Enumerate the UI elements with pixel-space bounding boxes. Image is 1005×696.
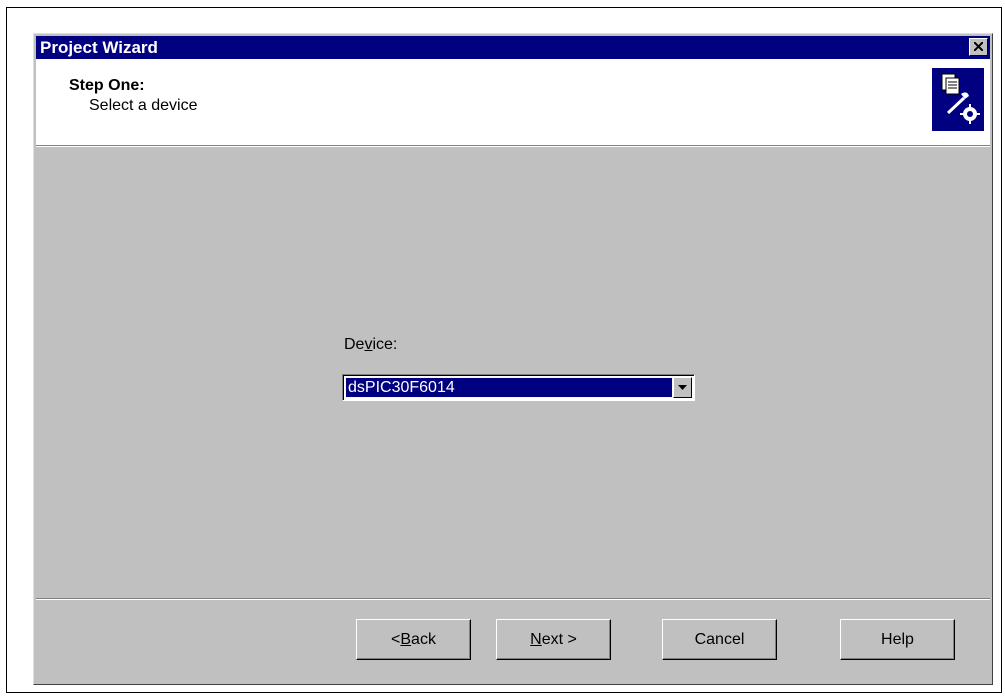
next-button[interactable]: Next > [496, 619, 611, 660]
device-selected-value[interactable]: dsPIC30F6014 [345, 377, 673, 398]
wizard-header: Step One: Select a device [36, 59, 990, 147]
footer-divider [36, 598, 990, 600]
back-button[interactable]: < Back [356, 619, 471, 660]
wizard-documents-tools-icon [932, 68, 984, 131]
title-bar[interactable]: Project Wizard [36, 36, 990, 59]
close-x-icon [974, 42, 983, 51]
cancel-button[interactable]: Cancel [662, 619, 777, 660]
step-subtitle: Select a device [89, 97, 198, 114]
close-button[interactable] [969, 38, 988, 56]
device-label: Device: [344, 336, 398, 353]
project-wizard-dialog: Project Wizard Step One: Select a device [33, 33, 993, 685]
device-select[interactable]: dsPIC30F6014 [342, 374, 695, 401]
device-dropdown-button[interactable] [673, 377, 692, 398]
help-button[interactable]: Help [840, 619, 955, 660]
window-title: Project Wizard [40, 38, 158, 57]
step-title: Step One: [69, 77, 145, 94]
chevron-down-icon [678, 385, 687, 390]
